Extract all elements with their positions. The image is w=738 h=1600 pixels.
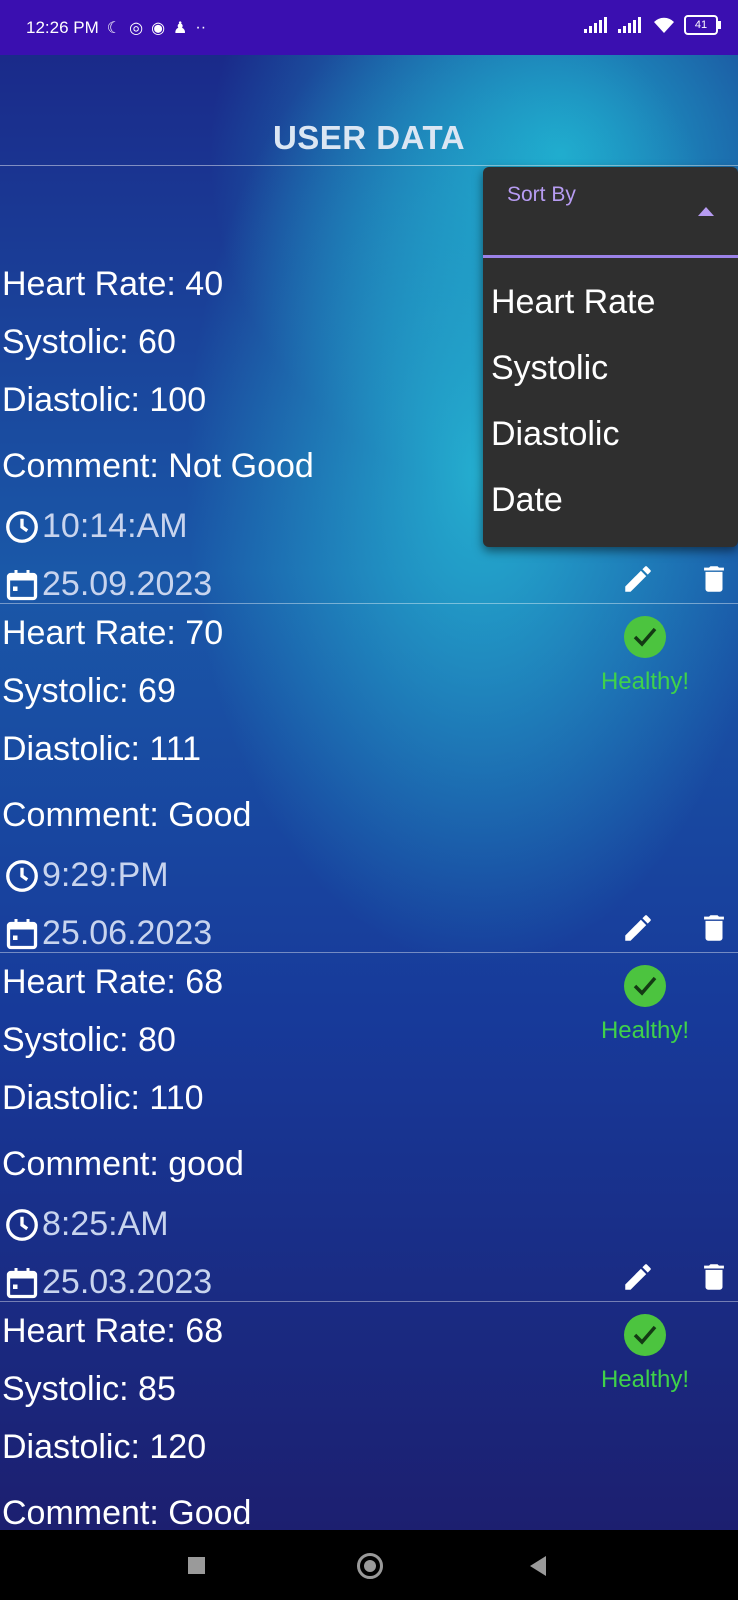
date-row: 25.06.2023 [4,914,212,953]
heart-rate-value: Heart Rate: 40 [2,265,224,303]
diastolic-value: Diastolic: 100 [2,381,207,419]
time-row: 8:25:AM [4,1205,169,1244]
healthy-status: Healthy! [590,616,700,696]
moon-icon: ☾ [106,19,122,37]
heart-rate-value: Heart Rate: 68 [2,963,224,1001]
more-icon: ·· [195,18,207,36]
clock-icon [6,859,38,892]
sort-by-label: Sort By [507,183,576,206]
healthy-label: Healthy! [600,1366,690,1393]
wifi-icon [654,17,674,33]
heart-rate-value: Heart Rate: 70 [2,614,224,652]
sort-dropdown-header[interactable]: Sort By [483,167,738,258]
clock-icon [6,1208,38,1241]
date-value: 25.09.2023 [42,565,213,603]
divider [0,952,738,953]
sort-dropdown[interactable]: Sort By Heart Rate Systolic Diastolic Da… [483,167,738,547]
signal-icon [584,17,607,33]
status-time: 12:26 PM [26,17,99,37]
trash-icon [704,915,724,941]
calendar-icon [6,569,38,600]
time-value: 8:25:AM [42,1205,169,1243]
sort-option-heart-rate[interactable]: Heart Rate [491,283,655,322]
divider [0,165,738,166]
time-row: 10:14:AM [4,507,188,546]
systolic-value: Systolic: 85 [2,1370,176,1408]
sort-option-date[interactable]: Date [491,481,563,520]
record-actions [620,910,732,946]
edit-button[interactable] [620,910,656,946]
home-button[interactable] [357,1553,383,1579]
caret-up-icon [698,207,714,216]
pencil-icon [625,915,651,941]
time-value: 10:14:AM [42,507,188,545]
healthy-label: Healthy! [600,668,690,695]
systolic-value: Systolic: 60 [2,323,176,361]
healthy-status: Healthy! [590,1314,700,1394]
date-row: 25.03.2023 [4,1263,212,1302]
trash-icon [704,566,724,592]
diastolic-value: Diastolic: 111 [2,730,202,768]
date-row: 25.09.2023 [4,565,212,604]
trash-icon [704,1264,724,1290]
status-bar: 12:26 PM ☾ ◎ ◉ ♟ ·· 41 [0,0,738,55]
whatsapp-icon: ◎ [129,19,144,37]
systolic-value: Systolic: 80 [2,1021,176,1059]
clock-icon [6,510,38,543]
system-icons: 41 [584,15,721,35]
date-value: 25.06.2023 [42,914,213,952]
divider [0,1301,738,1302]
comment-value: Comment: Good [2,796,252,834]
delete-button[interactable] [696,561,732,597]
comment-value: Comment: Not Good [2,447,314,485]
app-screen: USER DATA Heart Rate: 40 Systolic: 60 Di… [0,55,738,1530]
recents-button[interactable] [188,1557,205,1574]
check-circle-icon [624,616,666,658]
sort-option-diastolic[interactable]: Diastolic [491,415,619,454]
heart-rate-value: Heart Rate: 68 [2,1312,224,1350]
battery-icon: 41 [684,15,721,35]
healthy-label: Healthy! [600,1017,690,1044]
time-value: 9:29:PM [42,856,169,894]
diastolic-value: Diastolic: 110 [2,1079,204,1117]
pencil-icon [625,1264,651,1290]
delete-button[interactable] [696,910,732,946]
calendar-icon [6,918,38,949]
date-value: 25.03.2023 [42,1263,213,1301]
back-button[interactable] [530,1556,546,1576]
check-circle-icon [624,1314,666,1356]
page-title: USER DATA [272,119,466,156]
sort-option-systolic[interactable]: Systolic [491,349,608,388]
diastolic-value: Diastolic: 120 [2,1428,207,1466]
divider [0,603,738,604]
comment-value: Comment: Good [2,1494,252,1530]
edit-button[interactable] [620,561,656,597]
messenger-icon: ◉ [151,19,166,37]
delete-button[interactable] [696,1259,732,1295]
record-actions [620,1259,732,1295]
pencil-icon [625,566,651,592]
comment-value: Comment: good [2,1145,244,1183]
check-circle-icon [624,965,666,1007]
contact-icon: ♟ [173,19,188,37]
edit-button[interactable] [620,1259,656,1295]
calendar-icon [6,1267,38,1298]
systolic-value: Systolic: 69 [2,672,176,710]
healthy-status: Healthy! [590,965,700,1045]
notification-icons: ☾ ◎ ◉ ♟ ·· [107,18,206,38]
time-row: 9:29:PM [4,856,169,895]
system-nav-bar [0,1530,738,1600]
signal-icon-2 [618,17,641,33]
record-actions [620,561,732,597]
